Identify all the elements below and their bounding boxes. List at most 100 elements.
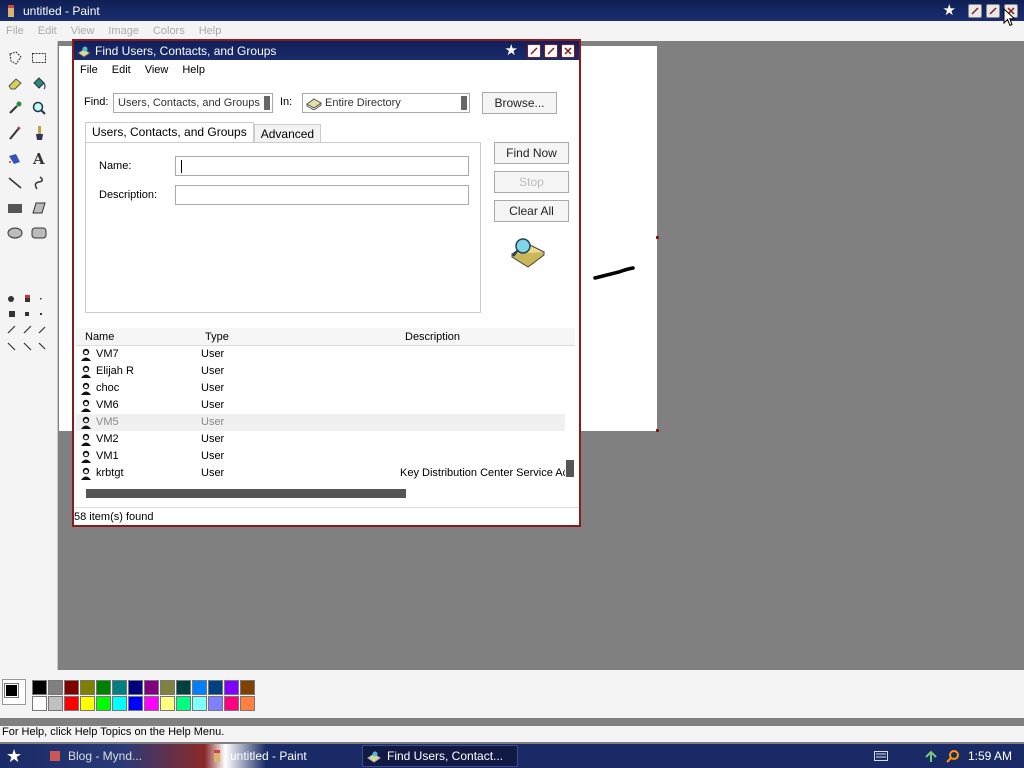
eraser-tool[interactable] (4, 72, 26, 94)
pencil-tool[interactable] (4, 122, 26, 144)
menu-edit[interactable]: Edit (38, 25, 57, 37)
color-swatch[interactable] (96, 696, 111, 711)
line-tool[interactable] (4, 172, 26, 194)
in-scope-dropdown[interactable]: Entire Directory (302, 93, 470, 113)
find-type-dropdown[interactable]: Users, Contacts, and Groups (113, 93, 273, 113)
color-swatch[interactable] (224, 680, 239, 695)
color-swatch[interactable] (48, 680, 63, 695)
color-swatch[interactable] (128, 696, 143, 711)
curve-tool[interactable] (28, 172, 50, 194)
ellipse-tool[interactable] (4, 222, 26, 244)
color-swatch[interactable] (176, 696, 191, 711)
color-picker-tool[interactable] (4, 97, 26, 119)
maximize-button[interactable] (986, 3, 1000, 18)
results-vertical-scrollbar[interactable] (565, 346, 575, 482)
color-swatch[interactable] (192, 680, 207, 695)
menu-file[interactable]: File (6, 25, 24, 37)
color-swatch[interactable] (112, 696, 127, 711)
color-swatch[interactable] (80, 696, 95, 711)
dialog-star-icon: ★ (504, 41, 518, 59)
scrollbar-thumb[interactable] (86, 489, 406, 498)
color-swatch[interactable] (240, 696, 255, 711)
tool-options[interactable] (4, 291, 52, 361)
dialog-maximize-button[interactable] (544, 43, 558, 58)
description-input[interactable] (175, 185, 469, 205)
taskbar-button-find-users[interactable]: Find Users, Contact... (362, 745, 518, 767)
menu-colors[interactable]: Colors (153, 25, 185, 37)
color-swatch[interactable] (64, 696, 79, 711)
brush-tool[interactable] (28, 122, 50, 144)
result-row[interactable]: Elijah R User (76, 363, 565, 380)
color-swatch[interactable] (32, 696, 47, 711)
color-swatch[interactable] (144, 696, 159, 711)
clock[interactable]: 1:59 AM (968, 749, 1012, 763)
dialog-menu-file[interactable]: File (80, 64, 98, 76)
dialog-menu-help[interactable]: Help (182, 64, 205, 76)
magnifier-tool[interactable] (28, 97, 50, 119)
network-icon[interactable] (924, 749, 938, 763)
keyboard-icon[interactable] (873, 751, 888, 761)
dialog-menu-view[interactable]: View (145, 64, 169, 76)
result-row[interactable]: krbtgt User Key Distribution Center Servic… (76, 465, 565, 482)
search-icon[interactable] (946, 749, 960, 763)
color-swatch[interactable] (144, 680, 159, 695)
color-swatch[interactable] (224, 696, 239, 711)
rect-select-tool[interactable] (28, 47, 50, 69)
taskbar-button-paint[interactable]: untitled - Paint (206, 745, 356, 767)
free-select-tool[interactable] (4, 47, 26, 69)
color-swatch[interactable] (64, 680, 79, 695)
name-input[interactable] (175, 156, 469, 176)
tab-users-contacts-groups[interactable]: Users, Contacts, and Groups (85, 122, 254, 143)
rounded-rect-tool[interactable] (28, 222, 50, 244)
color-swatch[interactable] (80, 680, 95, 695)
text-tool[interactable]: A (28, 147, 50, 169)
current-colors[interactable] (2, 679, 26, 705)
start-button-star-icon[interactable]: ★ (6, 746, 22, 766)
resize-handle-corner[interactable] (656, 429, 659, 432)
color-swatch[interactable] (32, 680, 47, 695)
result-row[interactable]: VM7 User (76, 346, 565, 363)
results-horizontal-scrollbar[interactable] (76, 487, 575, 499)
result-row[interactable]: choc User (76, 380, 565, 397)
column-type[interactable]: Type (205, 331, 229, 343)
minimize-button[interactable] (968, 3, 982, 18)
color-swatch[interactable] (208, 696, 223, 711)
clear-all-button[interactable]: Clear All (494, 200, 569, 222)
color-palette (0, 670, 1024, 718)
browse-button[interactable]: Browse... (482, 92, 557, 114)
results-header: Name Type Description (76, 328, 575, 346)
dialog-minimize-button[interactable] (527, 43, 541, 58)
curve-icon (34, 176, 43, 190)
scrollbar-thumb[interactable] (566, 460, 574, 477)
find-now-button[interactable]: Find Now (494, 142, 569, 164)
color-swatch[interactable] (48, 696, 63, 711)
menu-image[interactable]: Image (108, 25, 139, 37)
taskbar-label: Find Users, Contact... (387, 749, 504, 763)
result-row[interactable]: VM6 User (76, 397, 565, 414)
color-swatch[interactable] (160, 680, 175, 695)
result-row[interactable]: VM1 User (76, 448, 565, 465)
menu-help[interactable]: Help (199, 25, 222, 37)
stop-button[interactable]: Stop (494, 171, 569, 193)
color-swatch[interactable] (160, 696, 175, 711)
column-description[interactable]: Description (405, 331, 460, 343)
dialog-menu-edit[interactable]: Edit (112, 64, 131, 76)
color-swatch[interactable] (176, 680, 191, 695)
result-row[interactable]: VM5 User (76, 414, 565, 431)
airbrush-tool[interactable] (4, 147, 26, 169)
resize-handle-right[interactable] (656, 236, 659, 239)
column-name[interactable]: Name (85, 331, 114, 343)
color-swatch[interactable] (192, 696, 207, 711)
polygon-tool[interactable] (28, 197, 50, 219)
result-row[interactable]: VM2 User (76, 431, 565, 448)
color-swatch[interactable] (240, 680, 255, 695)
rectangle-tool[interactable] (4, 197, 26, 219)
dialog-close-button[interactable] (561, 43, 575, 58)
taskbar-button-blog[interactable]: Blog - Mynd... (44, 745, 194, 767)
color-swatch[interactable] (208, 680, 223, 695)
color-swatch[interactable] (128, 680, 143, 695)
menu-view[interactable]: View (71, 25, 95, 37)
fill-tool[interactable] (28, 72, 50, 94)
color-swatch[interactable] (112, 680, 127, 695)
color-swatch[interactable] (96, 680, 111, 695)
